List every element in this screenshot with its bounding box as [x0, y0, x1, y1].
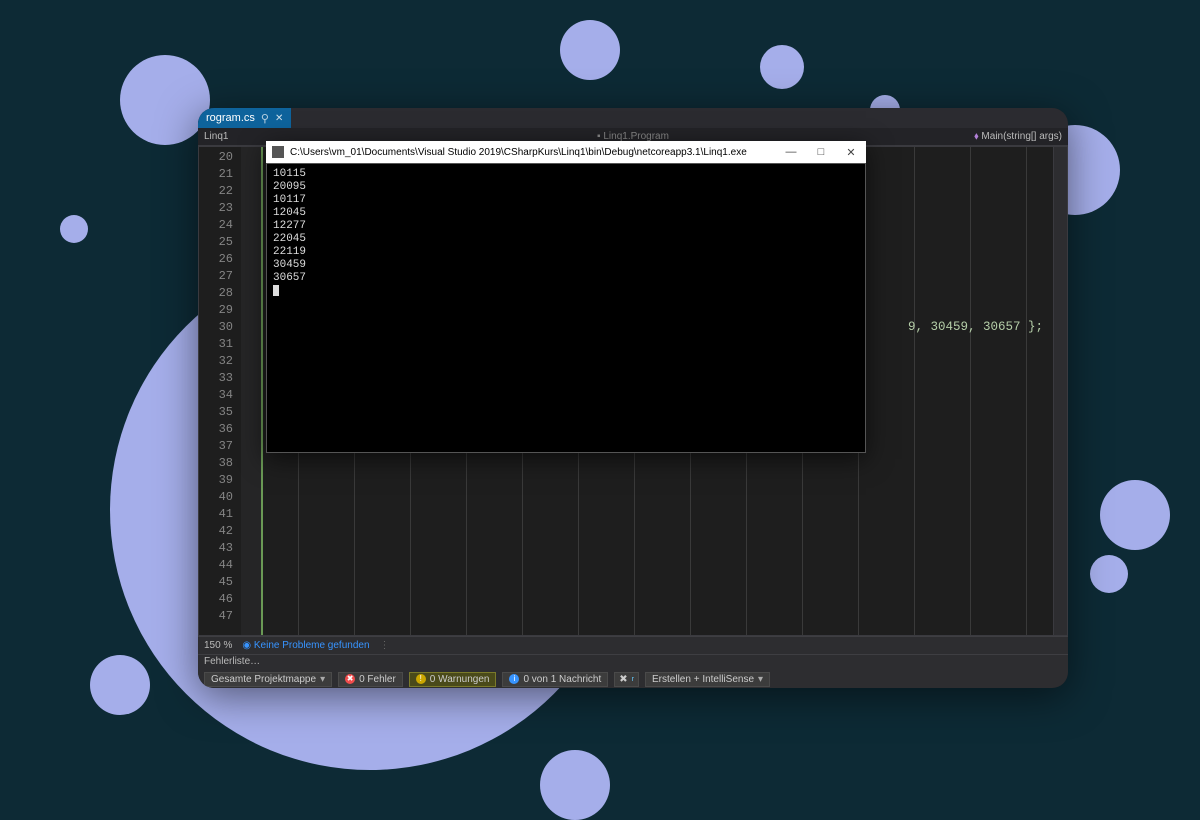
console-window[interactable]: C:\Users\vm_01\Documents\Visual Studio 2… — [266, 141, 866, 453]
document-tabs: rogram.cs ⚲ ✕ — [198, 108, 1068, 128]
vertical-scrollbar[interactable] — [1053, 147, 1067, 635]
line-number: 45 — [199, 574, 233, 591]
line-number: 23 — [199, 200, 233, 217]
console-cursor — [273, 285, 279, 296]
line-number: 30 — [199, 319, 233, 336]
tab-label: rogram.cs — [206, 112, 255, 124]
line-number: 35 — [199, 404, 233, 421]
bg-circle — [560, 20, 620, 80]
line-number: 31 — [199, 336, 233, 353]
line-number: 21 — [199, 166, 233, 183]
line-number: 36 — [199, 421, 233, 438]
bg-circle — [1090, 555, 1128, 593]
breadcrumb-method[interactable]: ⬧ Main(string[] args) — [974, 131, 1062, 142]
bg-circle — [120, 55, 210, 145]
line-number: 40 — [199, 489, 233, 506]
line-number: 47 — [199, 608, 233, 625]
line-number: 33 — [199, 370, 233, 387]
line-number: 44 — [199, 557, 233, 574]
close-icon[interactable]: ✕ — [275, 113, 283, 124]
line-number: 37 — [199, 438, 233, 455]
line-number: 39 — [199, 472, 233, 489]
ide-window: rogram.cs ⚲ ✕ Linq1 ▪ Linq1.Program ⬧ Ma… — [198, 108, 1068, 688]
line-number: 41 — [199, 506, 233, 523]
tab-program-cs[interactable]: rogram.cs ⚲ ✕ — [198, 108, 291, 128]
line-number: 27 — [199, 268, 233, 285]
line-number: 20 — [199, 149, 233, 166]
line-number: 24 — [199, 217, 233, 234]
glyph-margin — [241, 147, 263, 635]
bg-circle — [540, 750, 610, 820]
line-number-gutter: 2021222324252627282930313233343536373839… — [199, 147, 241, 635]
line-number: 38 — [199, 455, 233, 472]
bg-circle — [60, 215, 88, 243]
zoom-level[interactable]: 150 % — [204, 640, 232, 651]
line-number: 43 — [199, 540, 233, 557]
breadcrumb-namespace[interactable]: Linq1 — [204, 131, 228, 142]
close-button[interactable]: ✕ — [836, 146, 866, 159]
line-number: 32 — [199, 353, 233, 370]
line-number: 28 — [199, 285, 233, 302]
line-number: 29 — [199, 302, 233, 319]
app-icon — [272, 146, 284, 158]
minimize-button[interactable]: — — [776, 146, 806, 158]
console-titlebar[interactable]: C:\Users\vm_01\Documents\Visual Studio 2… — [266, 141, 866, 163]
bg-circle — [1100, 480, 1170, 550]
console-output[interactable]: 10115 20095 10117 12045 12277 22045 2211… — [266, 163, 866, 453]
line-number: 22 — [199, 183, 233, 200]
line-number: 25 — [199, 234, 233, 251]
bg-circle — [760, 45, 804, 89]
console-path: C:\Users\vm_01\Documents\Visual Studio 2… — [290, 147, 747, 158]
line-number: 26 — [199, 251, 233, 268]
bg-circle — [90, 655, 150, 715]
maximize-button[interactable]: □ — [806, 146, 836, 158]
line-number: 42 — [199, 523, 233, 540]
line-number: 46 — [199, 591, 233, 608]
pin-icon[interactable]: ⚲ — [261, 112, 269, 125]
line-number: 34 — [199, 387, 233, 404]
